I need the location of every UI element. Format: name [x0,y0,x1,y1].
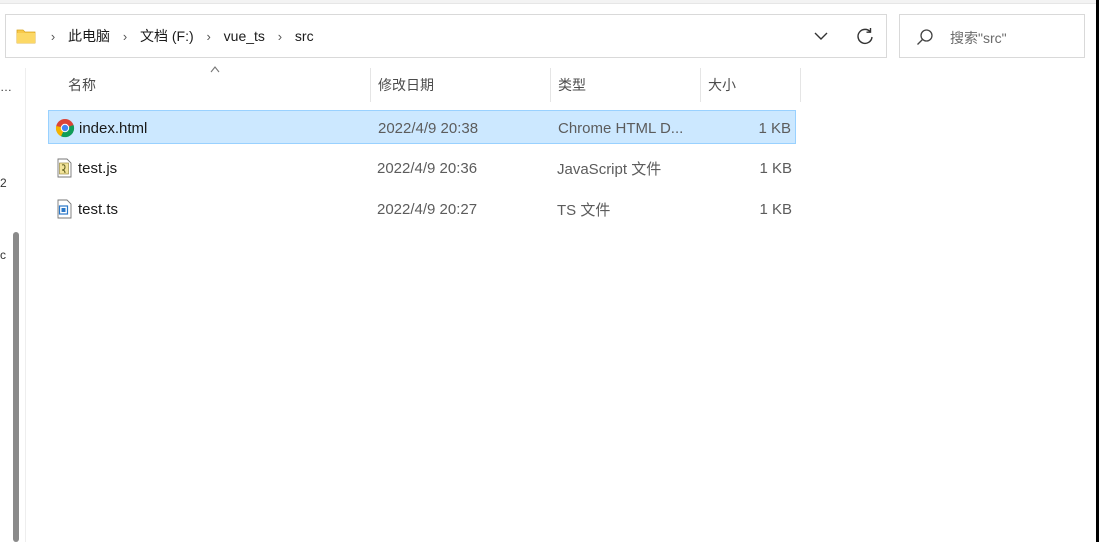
breadcrumb-item-drive[interactable]: 文档 (F:) [134,26,200,46]
file-name: index.html [79,119,148,137]
file-date: 2022/4/9 20:36 [377,159,478,177]
file-name: test.ts [78,200,119,218]
search-placeholder: 搜索"src" [950,30,1007,46]
file-type: Chrome HTML D... [558,119,684,137]
file-size: 1 KB [759,200,792,218]
file-type: JavaScript 文件 [557,160,662,178]
breadcrumb-chevron-icon[interactable]: › [271,29,289,44]
column-header-name[interactable]: 名称 [60,68,370,102]
file-name: test.js [78,159,118,177]
file-size: 1 KB [759,159,792,177]
folder-icon [16,29,36,44]
window-top-strip [0,0,1099,4]
search-icon [917,29,933,45]
ts-file-icon [57,199,72,219]
breadcrumb-item-vue-ts[interactable]: vue_ts [218,28,271,44]
address-bar[interactable]: › 此电脑 › 文档 (F:) › vue_ts › src [5,14,887,58]
file-row-test-js[interactable]: test.js 2022/4/9 20:36 JavaScript 文件 1 K… [48,151,796,185]
file-date: 2022/4/9 20:27 [377,200,478,218]
breadcrumb-chevron-icon[interactable]: › [200,29,218,44]
file-size: 1 KB [758,119,791,137]
column-header-size[interactable]: 大小 [700,68,800,102]
chevron-down-icon[interactable] [812,27,830,45]
column-header-type[interactable]: 类型 [550,68,700,102]
nav-fragment: c [0,248,6,262]
search-input[interactable]: 搜索"src" [899,14,1085,58]
breadcrumb: › 此电脑 › 文档 (F:) › vue_ts › src [44,15,320,57]
refresh-icon[interactable] [855,26,875,46]
breadcrumb-item-this-pc[interactable]: 此电脑 [62,26,116,46]
breadcrumb-item-src[interactable]: src [289,28,320,44]
column-divider[interactable] [800,68,801,102]
nav-fragment: 2 [0,176,7,190]
nav-pane-scrollbar[interactable] [13,232,19,542]
chrome-html-icon [55,119,75,138]
file-row-test-ts[interactable]: test.ts 2022/4/9 20:27 TS 文件 1 KB [48,192,796,226]
javascript-file-icon [57,158,72,178]
breadcrumb-chevron-icon[interactable]: › [44,29,62,44]
file-date: 2022/4/9 20:38 [378,119,479,137]
file-type: TS 文件 [557,201,611,219]
nav-fragment: … [0,80,12,94]
column-header-date[interactable]: 修改日期 [370,68,550,102]
file-row-index-html[interactable]: index.html 2022/4/9 20:38 Chrome HTML D.… [48,110,796,144]
breadcrumb-chevron-icon[interactable]: › [116,29,134,44]
